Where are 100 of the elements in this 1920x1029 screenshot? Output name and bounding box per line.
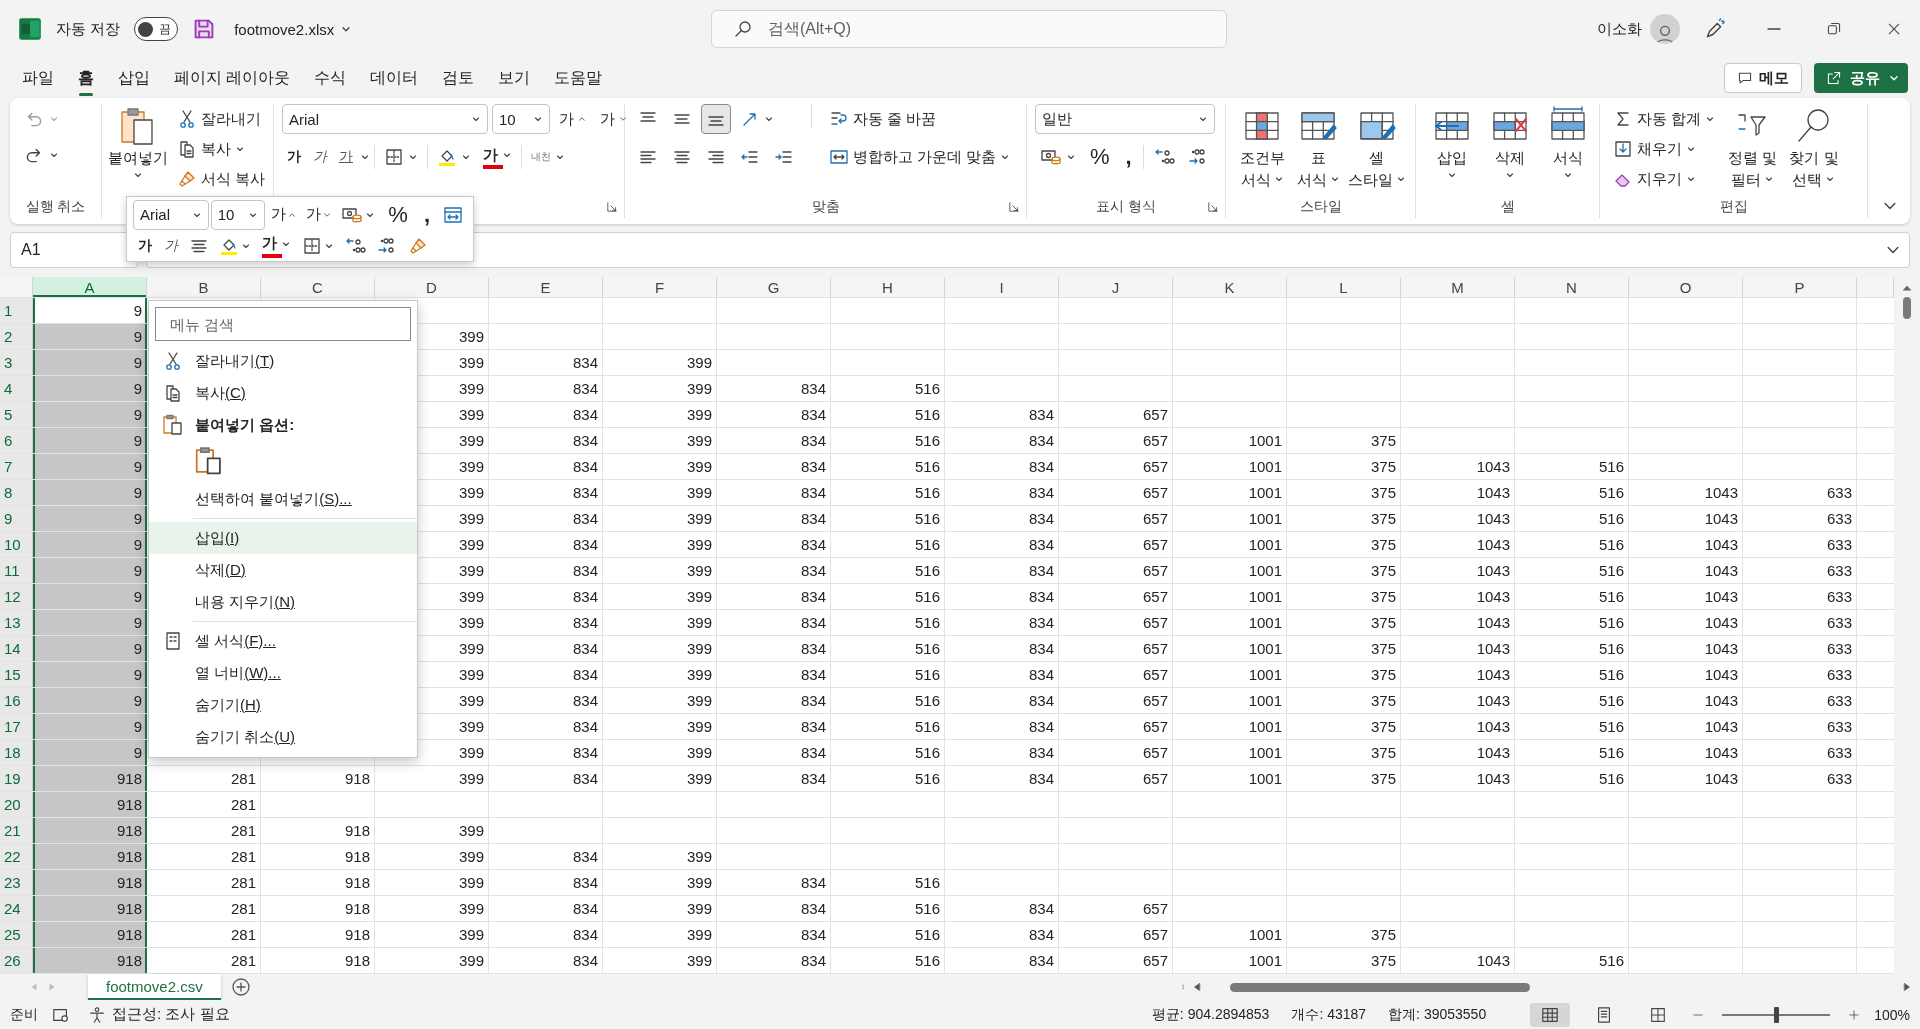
row-header[interactable]: 26 <box>0 948 33 973</box>
ribbon-tab[interactable]: 보기 <box>488 59 541 97</box>
ribbon-tab[interactable]: 수식 <box>304 59 357 97</box>
find-select-button[interactable]: 찾기 및 선택 <box>1785 104 1843 191</box>
increase-font-size-button[interactable]: 가 <box>554 104 591 134</box>
font-size-dropdown[interactable]: 10 <box>210 199 266 230</box>
row-header[interactable]: 4 <box>0 376 33 401</box>
merge-center-button[interactable]: 병합하고 가운데 맞춤 <box>824 142 1016 172</box>
row-header[interactable]: 22 <box>0 844 33 869</box>
menu-item[interactable]: 선택하여 붙여넣기(S)... <box>149 483 417 515</box>
fill-button[interactable]: 채우기 <box>1608 134 1721 164</box>
zoom-in-icon[interactable] <box>1848 1008 1861 1021</box>
column-header[interactable]: A <box>33 277 147 297</box>
menu-item[interactable]: 내용 지우기(N) <box>149 586 417 618</box>
row-header[interactable]: 17 <box>0 714 33 739</box>
clear-button[interactable]: 지우기 <box>1608 164 1721 194</box>
ribbon-tab[interactable]: 파일 <box>12 59 64 97</box>
row-header[interactable]: 5 <box>0 402 33 427</box>
row-header[interactable]: 16 <box>0 688 33 713</box>
scroll-left-icon[interactable] <box>1192 982 1202 992</box>
cut-button[interactable]: 잘라내기 <box>172 104 271 134</box>
ribbon-tab[interactable]: 페이지 레이아웃 <box>164 59 301 97</box>
column-header[interactable]: H <box>831 277 945 297</box>
sort-filter-button[interactable]: 정렬 및 필터 <box>1724 104 1782 191</box>
increase-font-size-button[interactable]: 가 <box>267 201 301 228</box>
row-header[interactable]: 6 <box>0 428 33 453</box>
scroll-up-icon[interactable] <box>1902 283 1912 293</box>
row-header[interactable]: 23 <box>0 870 33 895</box>
sheet-tab[interactable]: footmove2.csv <box>88 974 221 1000</box>
ribbon-tab[interactable]: 데이터 <box>360 59 429 97</box>
paste-button[interactable]: 붙여넣기 <box>110 104 166 182</box>
ribbon-tab[interactable]: 도움말 <box>544 59 613 97</box>
add-sheet-icon[interactable] <box>230 977 251 997</box>
comma-style-button[interactable]: , <box>416 199 437 230</box>
row-header[interactable]: 18 <box>0 740 33 765</box>
scrollbar-thumb[interactable] <box>1903 297 1911 319</box>
phonetic-guide-button[interactable]: 내천 <box>526 142 570 172</box>
column-header[interactable]: G <box>717 277 831 297</box>
row-header[interactable]: 21 <box>0 818 33 843</box>
column-header[interactable]: N <box>1515 277 1629 297</box>
column-header[interactable]: I <box>945 277 1059 297</box>
menu-item[interactable]: 삽입(I) <box>149 522 417 554</box>
row-header[interactable]: 9 <box>0 506 33 531</box>
autosum-button[interactable]: 자동 합계 <box>1608 104 1721 134</box>
style-button[interactable]: 셀 스타일 <box>1346 104 1407 191</box>
autosave-toggle[interactable]: 끔 <box>134 17 179 41</box>
percent-button[interactable]: % <box>381 199 415 230</box>
row-header[interactable]: 25 <box>0 922 33 947</box>
percent-button[interactable]: % <box>1083 142 1117 172</box>
italic-button[interactable]: 가 <box>308 142 332 172</box>
cells-button[interactable]: 서식 <box>1540 104 1596 182</box>
cells-button[interactable]: 삭제 <box>1482 104 1538 182</box>
decrease-font-size-button[interactable]: 가 <box>595 104 632 134</box>
column-header[interactable]: P <box>1743 277 1857 297</box>
decrease-font-size-button[interactable]: 가 <box>302 201 336 228</box>
ribbon-tab[interactable]: 검토 <box>432 59 485 97</box>
font-color-button[interactable]: 가 <box>478 142 517 172</box>
column-header[interactable]: D <box>375 277 489 297</box>
scrollbar-thumb[interactable] <box>1230 982 1530 992</box>
font-name-dropdown[interactable]: Arial <box>133 199 209 230</box>
filename-button[interactable]: footmove2.xlsx <box>230 16 357 42</box>
row-header[interactable]: 14 <box>0 636 33 661</box>
ribbon-tab[interactable]: 삽입 <box>108 59 160 97</box>
row-header[interactable]: 24 <box>0 896 33 921</box>
column-header[interactable]: J <box>1059 277 1173 297</box>
share-button[interactable]: 공유 <box>1814 63 1908 93</box>
column-header[interactable]: B <box>147 277 261 297</box>
cells-button[interactable]: 삽입 <box>1424 104 1480 182</box>
scroll-right-icon[interactable] <box>1902 982 1912 992</box>
menu-item[interactable]: 복사(C) <box>149 377 417 409</box>
ribbon-tab[interactable]: 홈 <box>68 59 104 97</box>
font-name-dropdown[interactable]: Arial <box>282 104 488 134</box>
format-painter-button[interactable]: 서식 복사 <box>172 164 271 194</box>
comments-button[interactable]: 메모 <box>1724 63 1802 93</box>
row-header[interactable]: 7 <box>0 454 33 479</box>
row-header[interactable]: 12 <box>0 584 33 609</box>
copy-button[interactable]: 복사 <box>172 134 271 164</box>
row-header[interactable]: 19 <box>0 766 33 791</box>
column-header[interactable]: M <box>1401 277 1515 297</box>
row-header[interactable]: 15 <box>0 662 33 687</box>
row-header[interactable]: 2 <box>0 324 33 349</box>
style-button[interactable]: 조건부 서식 <box>1234 104 1290 191</box>
italic-button[interactable]: 가 <box>159 230 183 261</box>
row-header[interactable]: 8 <box>0 480 33 505</box>
column-header[interactable]: C <box>261 277 375 297</box>
row-header[interactable]: 1 <box>0 298 33 323</box>
menu-item[interactable]: 셀 서식(F)... <box>149 625 417 657</box>
number-format-dropdown[interactable]: 일반 <box>1035 104 1215 134</box>
name-box[interactable]: A1 <box>10 232 138 268</box>
column-header[interactable]: K <box>1173 277 1287 297</box>
style-button[interactable]: 표 서식 <box>1290 104 1346 191</box>
menu-item[interactable]: 잘라내기(T) <box>149 345 417 377</box>
accessibility-button[interactable]: 접근성: 조사 필요 <box>84 1001 234 1028</box>
menu-item[interactable]: 숨기기(H) <box>149 689 417 721</box>
bold-button[interactable]: 가 <box>282 142 306 172</box>
font-color-button[interactable]: 가 <box>257 230 296 261</box>
comma-style-button[interactable]: , <box>1118 142 1139 172</box>
menu-item[interactable]: 열 너비(W)... <box>149 657 417 689</box>
font-size-dropdown[interactable]: 10 <box>492 104 550 134</box>
avatar[interactable] <box>1650 14 1680 44</box>
